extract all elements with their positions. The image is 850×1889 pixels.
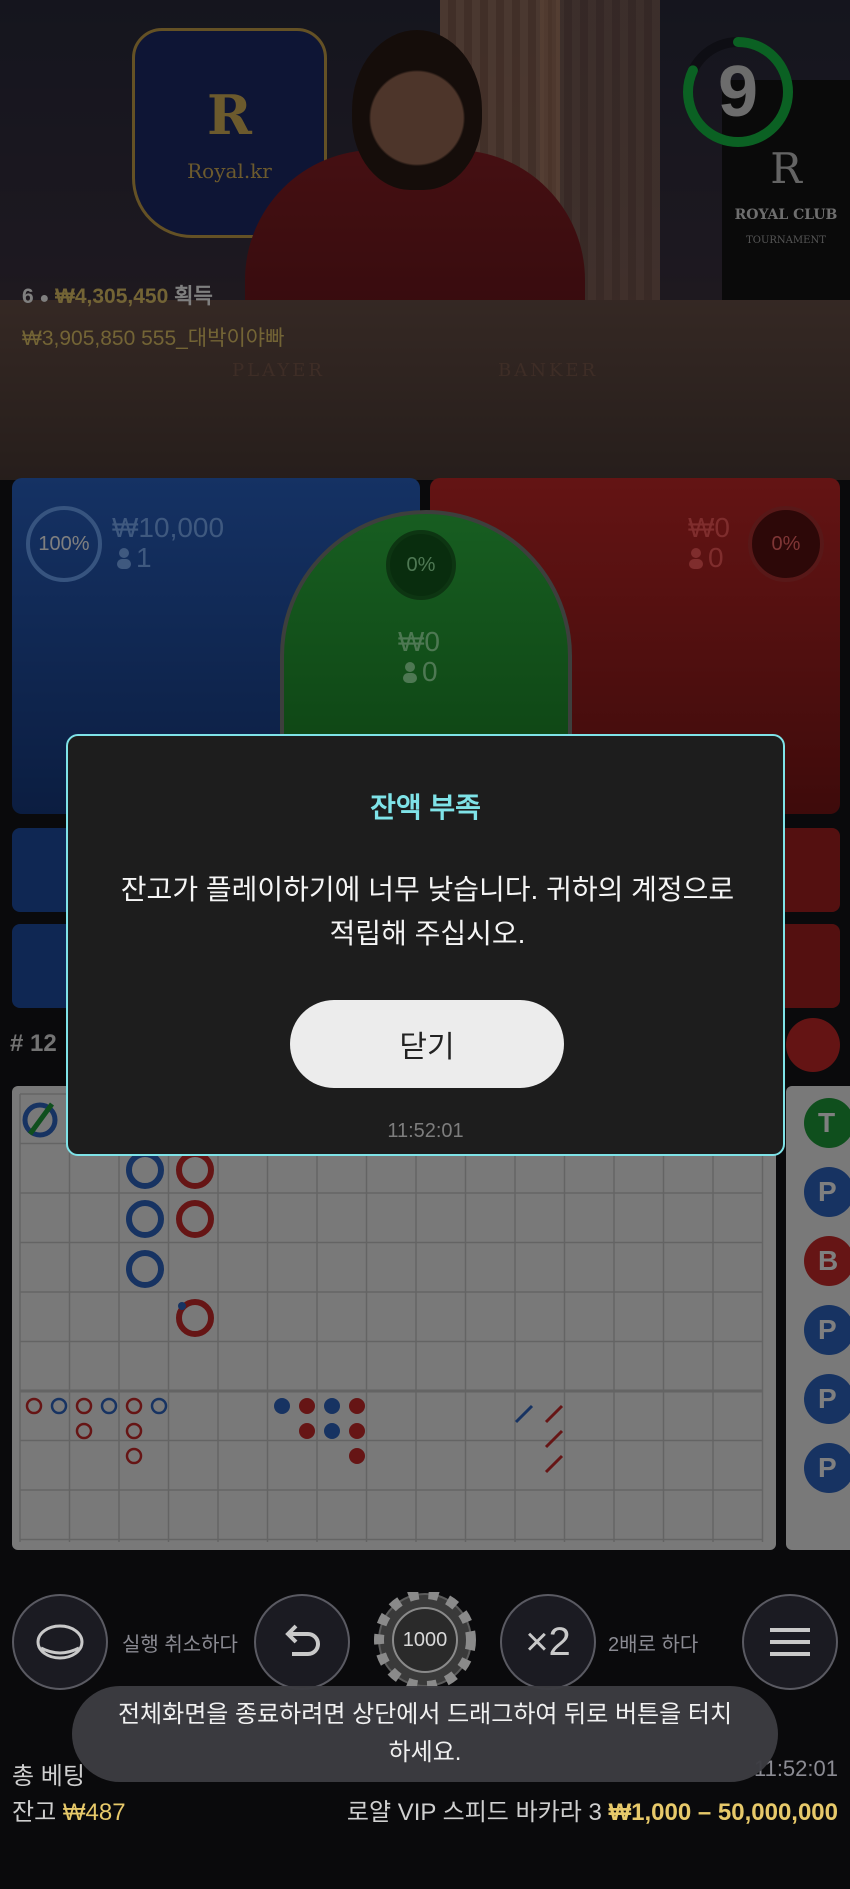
road-mark xyxy=(125,1422,143,1440)
undo-icon xyxy=(285,1624,320,1656)
dialog-message: 잔고가 플레이하기에 너무 낮습니다. 귀하의 계정으로 적립해 주십시오. xyxy=(120,874,735,949)
menu-button[interactable] xyxy=(742,1594,838,1690)
road-mark xyxy=(125,1447,143,1465)
winners-total: ₩4,305,450 xyxy=(55,285,169,308)
road-mark xyxy=(299,1398,315,1414)
road-mark xyxy=(349,1398,365,1414)
balance-value: ₩487 xyxy=(62,1799,126,1826)
table-limits: ₩1,000 – 50,000,000 xyxy=(608,1799,838,1826)
undo-button[interactable] xyxy=(254,1594,350,1690)
road-mark xyxy=(544,1429,564,1449)
person-icon xyxy=(117,548,131,569)
live-video-feed: R Royal.kr R ROYAL CLUB TOURNAMENT PLAYE… xyxy=(0,0,850,480)
balance: 잔고 ₩487 xyxy=(12,1792,126,1827)
banker-amount: ₩0 xyxy=(688,512,730,543)
tie-amount: ₩0 xyxy=(398,626,440,657)
top-winner-amount: ₩3,905,850 xyxy=(22,327,136,350)
player-amount: ₩10,000 xyxy=(112,512,225,543)
winners-count: 6 xyxy=(22,285,34,308)
countdown-timer: 9 xyxy=(682,36,812,166)
road-mark xyxy=(126,1200,164,1238)
dialog-title: 잔액 부족 xyxy=(370,792,481,823)
road-mark xyxy=(324,1398,340,1414)
club-sub: TOURNAMENT xyxy=(746,235,826,246)
person-icon: ● xyxy=(39,290,50,307)
bead-p: P xyxy=(804,1443,850,1493)
double-symbol: ×2 xyxy=(525,1619,571,1664)
road-mark xyxy=(126,1151,164,1189)
road-mark xyxy=(544,1454,564,1474)
balance-label: 잔고 xyxy=(12,1799,57,1826)
tie-percent: 0% xyxy=(386,530,456,600)
road-mark xyxy=(100,1397,118,1415)
undo-label: 실행 취소하다 xyxy=(122,1634,238,1656)
tie-count-value: 0 xyxy=(422,656,438,687)
chat-icon xyxy=(36,1624,84,1660)
club-name: ROYAL CLUB xyxy=(734,207,838,223)
table-name: 로얄 VIP 스피드 바카라 3 xyxy=(346,1799,602,1826)
road-mark xyxy=(126,1250,164,1288)
road-mark xyxy=(544,1404,564,1424)
person-icon xyxy=(403,662,417,683)
fullscreen-toast: 전체화면을 종료하려면 상단에서 드래그하여 뒤로 버튼을 터치하세요. xyxy=(72,1686,778,1782)
player-count-value: 1 xyxy=(136,542,152,573)
chip-selector[interactable]: 1000 xyxy=(362,1589,488,1691)
menu-icon xyxy=(770,1628,810,1656)
royal-logo-text: Royal.kr xyxy=(187,159,272,183)
dialog-time: 11:52:01 xyxy=(387,1120,464,1142)
person-icon xyxy=(689,548,703,569)
bead-b: B xyxy=(804,1236,850,1286)
chip-value: 1000 xyxy=(402,1628,448,1651)
stats-toggle[interactable] xyxy=(786,1018,840,1072)
banker-count-value: 0 xyxy=(708,542,724,573)
double-label: 2배로 하다 xyxy=(608,1634,699,1656)
player-count: 1 xyxy=(116,542,152,574)
countdown-value: 9 xyxy=(717,52,759,132)
table-info: 로얄 VIP 스피드 바카라 3 ₩1,000 – 50,000,000 xyxy=(347,1792,838,1827)
chat-button[interactable] xyxy=(12,1594,108,1690)
top-winner: ₩3,905,850 555_대박이야빠 xyxy=(22,322,284,352)
total-bet-label: 총 베팅 xyxy=(12,1763,85,1790)
road-mark xyxy=(150,1397,168,1415)
road-mark xyxy=(75,1397,93,1415)
table-banker-word: BANKER xyxy=(498,360,599,381)
road-mark xyxy=(349,1448,365,1464)
banker-percent: 0% xyxy=(748,506,824,582)
road-mark xyxy=(324,1423,340,1439)
road-mark xyxy=(75,1422,93,1440)
dealer-head xyxy=(352,30,482,190)
winners-summary: 6 ● ₩4,305,450 획득 xyxy=(22,280,213,310)
road-mark xyxy=(176,1200,214,1238)
player-percent: 100% xyxy=(26,506,102,582)
toast-text: 전체화면을 종료하려면 상단에서 드래그하여 뒤로 버튼을 터치하세요. xyxy=(117,1701,733,1766)
winners-suffix: 획득 xyxy=(174,285,213,308)
bead-t: T xyxy=(804,1098,850,1148)
banker-count: 0 xyxy=(688,542,724,574)
road-mark xyxy=(349,1423,365,1439)
royal-logo-letter: R xyxy=(207,83,252,147)
road-mark xyxy=(176,1151,214,1189)
road-mark xyxy=(50,1397,68,1415)
top-winner-name: 555_대박이야빠 xyxy=(141,327,285,350)
tie-count: 0 xyxy=(402,656,438,688)
bead-p: P xyxy=(804,1305,850,1355)
bead-road[interactable]: TPBPPP xyxy=(786,1086,850,1550)
road-mark xyxy=(178,1302,186,1310)
road-mark xyxy=(274,1398,290,1414)
road-mark xyxy=(125,1397,143,1415)
table-player-word: PLAYER xyxy=(232,360,325,381)
close-button[interactable]: 닫기 xyxy=(290,1000,564,1088)
road-mark xyxy=(299,1423,315,1439)
bead-p: P xyxy=(804,1374,850,1424)
insufficient-balance-dialog: 잔액 부족 잔고가 플레이하기에 너무 낮습니다. 귀하의 계정으로 적립해 주… xyxy=(66,734,785,1156)
road-mark xyxy=(25,1397,43,1415)
round-number: # 12 xyxy=(10,1030,57,1057)
bead-p: P xyxy=(804,1167,850,1217)
road-mark xyxy=(514,1404,534,1424)
double-button[interactable]: ×2 xyxy=(500,1594,596,1690)
